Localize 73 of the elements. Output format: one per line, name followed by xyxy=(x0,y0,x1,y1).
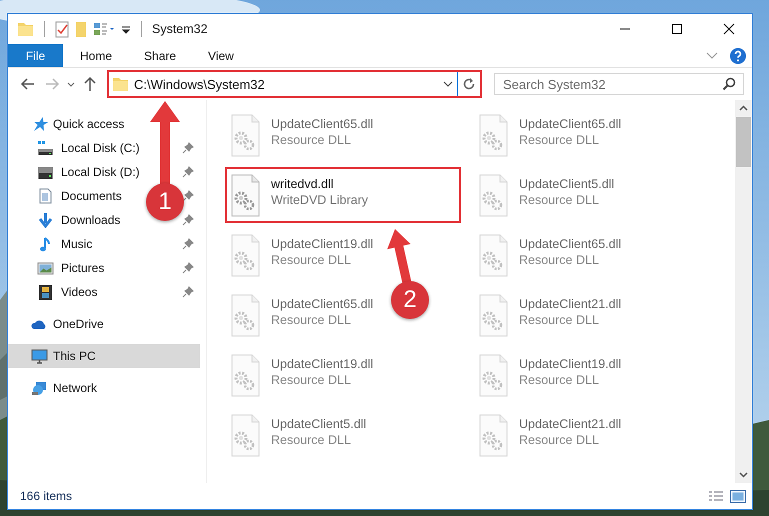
nav-item[interactable]: Local Disk (C:) xyxy=(37,136,140,160)
file-type: Resource DLL xyxy=(519,313,600,327)
nav-item[interactable]: Videos xyxy=(37,280,98,304)
pin-icon[interactable] xyxy=(182,142,194,154)
nav-item[interactable]: Music xyxy=(37,232,92,256)
dropdown-icon[interactable] xyxy=(121,24,131,34)
nav-item[interactable]: Quick access xyxy=(8,112,206,136)
document-icon xyxy=(37,188,54,204)
file-name: UpdateClient19.dll xyxy=(271,237,374,251)
nav-item[interactable]: Downloads xyxy=(37,208,120,232)
properties-icon[interactable] xyxy=(55,20,69,38)
file-name: UpdateClient5.dll xyxy=(519,177,614,191)
gear-document-icon[interactable] xyxy=(230,174,261,218)
file-name: writedvd.dll xyxy=(271,177,335,191)
ribbon-tab[interactable]: View xyxy=(193,44,249,67)
monitor-icon xyxy=(31,348,48,364)
file-type: WriteDVD Library xyxy=(271,193,368,207)
help-icon[interactable] xyxy=(730,48,746,64)
scrollbar-thumb[interactable] xyxy=(736,117,751,167)
pin-icon[interactable] xyxy=(182,262,194,274)
ribbon-tab[interactable]: Share xyxy=(129,44,192,67)
file-name: UpdateClient19.dll xyxy=(519,357,622,371)
file-type: Resource DLL xyxy=(519,373,600,387)
pin-icon[interactable] xyxy=(182,166,194,178)
pin-icon[interactable] xyxy=(182,238,194,250)
file-name: UpdateClient65.dll xyxy=(519,237,622,251)
file-type: Resource DLL xyxy=(271,313,352,327)
ribbon-tab[interactable]: Home xyxy=(65,44,128,67)
download-icon xyxy=(37,212,54,228)
file-name: UpdateClient21.dll xyxy=(519,297,622,311)
file-name: UpdateClient65.dll xyxy=(271,117,374,131)
drive-icon xyxy=(37,140,54,156)
film-icon xyxy=(37,284,54,300)
item-count: 166 items xyxy=(20,489,72,503)
network-icon xyxy=(31,380,48,396)
star-icon xyxy=(31,116,48,132)
file-type: Resource DLL xyxy=(519,433,600,447)
nav-item[interactable]: This PC xyxy=(8,344,200,368)
file-name: UpdateClient65.dll xyxy=(271,297,374,311)
ribbon-tab[interactable]: File xyxy=(8,44,63,67)
file-type: Resource DLL xyxy=(271,433,352,447)
nav-item[interactable]: OneDrive xyxy=(8,312,206,336)
file-name: UpdateClient5.dll xyxy=(271,417,366,431)
pin-icon[interactable] xyxy=(182,214,194,226)
folder-icon xyxy=(112,76,129,92)
file-type: Resource DLL xyxy=(271,133,352,147)
search-icon[interactable] xyxy=(722,77,736,91)
search-field[interactable]: Search System32 xyxy=(494,73,744,95)
file-name: UpdateClient21.dll xyxy=(519,417,622,431)
window-title: System32 xyxy=(152,22,208,36)
file-type: Resource DLL xyxy=(271,253,352,267)
drive-icon xyxy=(37,164,54,180)
file-name: UpdateClient65.dll xyxy=(519,117,622,131)
picture-icon xyxy=(37,260,54,276)
nav-item[interactable]: Local Disk (D:) xyxy=(37,160,140,184)
nav-item[interactable]: Pictures xyxy=(37,256,104,280)
nav-item[interactable]: Network xyxy=(8,376,206,400)
refresh-icon xyxy=(462,77,476,91)
expand-ribbon-icon[interactable] xyxy=(706,52,718,60)
arrow xyxy=(385,228,413,285)
large-icons-view-icon[interactable] xyxy=(730,490,746,502)
file-type: Resource DLL xyxy=(519,193,600,207)
file-type: Resource DLL xyxy=(519,253,600,267)
file-type: Resource DLL xyxy=(519,133,600,147)
details-view-icon[interactable] xyxy=(708,490,724,502)
customize-icon[interactable] xyxy=(93,22,115,36)
pin-icon[interactable] xyxy=(182,190,194,202)
file-type: Resource DLL xyxy=(271,373,352,387)
nav-item[interactable]: Documents xyxy=(37,184,122,208)
caret-icon[interactable] xyxy=(443,80,453,88)
address-field[interactable]: C:\Windows\System32 xyxy=(109,72,458,96)
pin-icon[interactable] xyxy=(182,286,194,298)
file-name: UpdateClient19.dll xyxy=(271,357,374,371)
